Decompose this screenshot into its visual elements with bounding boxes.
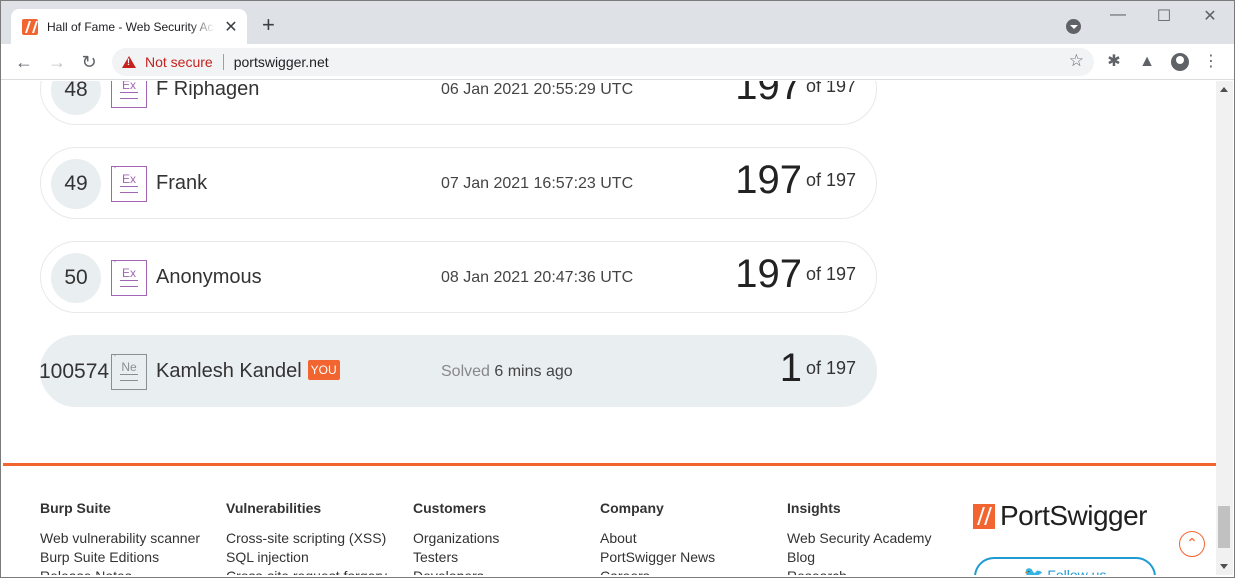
score-value: 197 (735, 158, 802, 202)
footer-link[interactable]: Cross-site request forgery (226, 567, 387, 575)
warning-icon[interactable] (122, 56, 136, 68)
completion-date: 08 Jan 2021 20:47:36 UTC (441, 269, 634, 286)
user-name: Frank (156, 172, 208, 194)
expert-badge-icon: Ex (111, 259, 147, 296)
you-badge: YOU (307, 360, 340, 380)
score: 197 of 197 (735, 252, 856, 297)
follow-us-button[interactable]: 🐦 Follow us (974, 557, 1156, 575)
browser-toolbar: ← → ↻ Not secure portswigger.net ☆ ✱ ▲ ⋮ (0, 44, 1235, 80)
footer-link[interactable]: Careers (600, 567, 715, 575)
footer-link[interactable]: Web vulnerability scanner (40, 529, 200, 548)
completion-date: 06 Jan 2021 20:55:29 UTC (441, 81, 634, 98)
profile-icon[interactable] (1170, 52, 1190, 72)
maximize-button[interactable]: ☐ (1154, 6, 1174, 26)
back-icon[interactable]: ← (13, 51, 35, 73)
footer-link[interactable]: Developers (413, 567, 499, 575)
leaderboard-row: 50 Ex Anonymous 08 Jan 2021 20:47:36 UTC… (40, 241, 877, 313)
footer-link[interactable]: Burp Suite Editions (40, 548, 200, 567)
footer-link[interactable]: SQL injection (226, 548, 387, 567)
portswigger-logo-icon (973, 503, 995, 529)
page-viewport: 48 Ex F Riphagen 06 Jan 2021 20:55:29 UT… (3, 81, 1216, 575)
security-indicator[interactable]: Not secure (145, 54, 213, 70)
footer-link[interactable]: Release Notes (40, 567, 200, 575)
solved-status: Solved 6 mins ago (441, 363, 573, 381)
footer-heading: Vulnerabilities (226, 500, 322, 516)
star-icon[interactable]: ☆ (1069, 51, 1084, 71)
score-value: 197 (735, 252, 802, 296)
rank-number: 48 (51, 81, 101, 115)
footer-link[interactable]: Testers (413, 548, 499, 567)
scroll-down-icon[interactable] (1220, 564, 1228, 569)
footer-heading: Insights (787, 500, 841, 516)
score-value: 197 (735, 81, 802, 108)
scrollbar-thumb[interactable] (1218, 506, 1230, 548)
newcomer-badge-icon: Ne (111, 353, 147, 390)
browser-tab[interactable]: Hall of Fame - Web Security Academy ✕ (11, 9, 247, 44)
footer-heading: Company (600, 500, 664, 516)
address-bar[interactable]: Not secure portswigger.net ☆ (112, 48, 1094, 76)
rank-number: 50 (51, 253, 101, 303)
solved-label: Solved (441, 363, 490, 380)
score-total: of 197 (805, 81, 856, 96)
footer-column-customers: Customers Organizations Testers Develope… (413, 500, 499, 575)
vertical-scrollbar[interactable] (1216, 81, 1233, 575)
leaderboard-row: 49 Ex Frank 07 Jan 2021 16:57:23 UTC 197… (40, 147, 877, 219)
expert-badge-icon: Ex (111, 81, 147, 108)
user-name: Kamlesh Kandel YOU (156, 360, 340, 383)
follow-us-label: Follow us (1047, 567, 1107, 575)
tab-title: Hall of Fame - Web Security Academy (47, 19, 215, 34)
minimize-button[interactable]: — (1108, 6, 1128, 24)
scroll-up-icon[interactable] (1220, 87, 1228, 92)
score: 197 of 197 (735, 158, 856, 203)
footer-heading: Customers (413, 500, 487, 516)
leaderboard-row: 48 Ex F Riphagen 06 Jan 2021 20:55:29 UT… (40, 81, 877, 125)
footer-divider (3, 463, 1216, 466)
footer-link[interactable]: Organizations (413, 529, 499, 548)
score: 1 of 197 (780, 346, 856, 391)
footer-link[interactable]: About (600, 529, 715, 548)
footer-link[interactable]: PortSwigger News (600, 548, 715, 567)
footer-column-company: Company About PortSwigger News Careers (600, 500, 715, 575)
expert-badge-icon: Ex (111, 165, 147, 202)
footer-link[interactable]: Blog (787, 548, 931, 567)
portswigger-favicon-icon (22, 18, 38, 35)
footer-link[interactable]: Cross-site scripting (XSS) (226, 529, 387, 548)
score-total: of 197 (805, 264, 856, 284)
completion-date: 07 Jan 2021 16:57:23 UTC (441, 175, 634, 192)
portswigger-logo-text: PortSwigger (1000, 500, 1148, 531)
tab-search-icon[interactable] (1066, 19, 1081, 34)
forward-icon[interactable]: → (46, 51, 68, 73)
current-user-name: Kamlesh Kandel (156, 360, 302, 382)
footer-heading: Burp Suite (40, 500, 111, 516)
solved-time: 6 mins ago (494, 363, 573, 380)
extensions-icon[interactable]: ✱ (1104, 52, 1124, 72)
footer-link[interactable]: Research (787, 567, 931, 575)
rank-number: 49 (51, 159, 101, 209)
footer-column-vulnerabilities: Vulnerabilities Cross-site scripting (XS… (226, 500, 387, 575)
tab-close-button[interactable]: ✕ (223, 17, 239, 37)
tab-strip: Hall of Fame - Web Security Academy ✕ + … (0, 0, 1235, 44)
score-value: 1 (779, 346, 802, 390)
url-text[interactable]: portswigger.net (234, 54, 329, 70)
score-total: of 197 (805, 170, 856, 190)
user-name: Anonymous (156, 266, 262, 288)
address-separator (222, 54, 224, 70)
footer-column-insights: Insights Web Security Academy Blog Resea… (787, 500, 931, 575)
close-window-button[interactable]: ✕ (1200, 6, 1220, 26)
footer-column-burp-suite: Burp Suite Web vulnerability scanner Bur… (40, 500, 200, 575)
labs-icon[interactable]: ▲ (1137, 52, 1157, 72)
score-total: of 197 (805, 358, 856, 378)
menu-icon[interactable]: ⋮ (1201, 52, 1221, 72)
user-name: F Riphagen (156, 81, 260, 100)
current-user-row: 100574 Ne Kamlesh KandelYOU Solved 6 min… (39, 335, 877, 407)
back-to-top-button[interactable]: ⌃ (1179, 531, 1205, 557)
twitter-icon: 🐦 (1024, 567, 1044, 575)
footer-link[interactable]: Web Security Academy (787, 529, 931, 548)
portswigger-logo[interactable]: PortSwigger (973, 500, 1148, 532)
rank-number: 100574 (39, 360, 110, 383)
score: 197 of 197 (735, 81, 856, 109)
new-tab-button[interactable]: + (262, 14, 275, 36)
reload-icon[interactable]: ↻ (78, 51, 100, 73)
